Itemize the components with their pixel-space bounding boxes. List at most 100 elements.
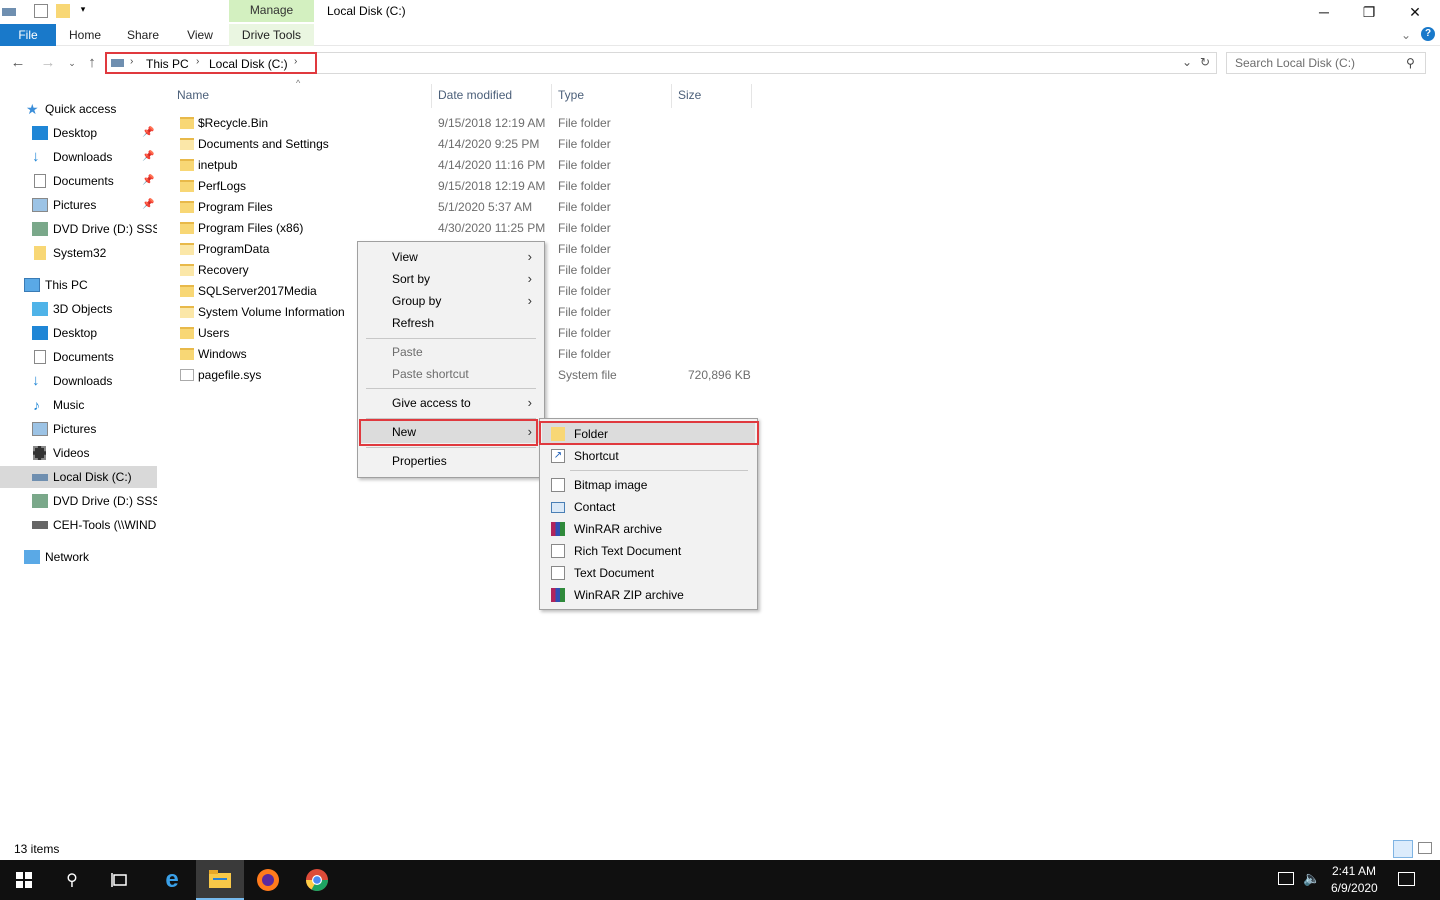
submenu-item-bitmap[interactable]: Bitmap image <box>542 474 755 496</box>
nav-quick-system32[interactable]: System32 <box>0 242 157 264</box>
up-arrow-icon[interactable]: ↑ <box>82 54 102 74</box>
address-highlight-box <box>105 52 317 74</box>
notifications-icon[interactable] <box>1398 872 1415 886</box>
nav-quick-pictures[interactable]: Pictures 📌 <box>0 194 157 216</box>
submenu-item-shortcut[interactable]: ↗ Shortcut <box>542 445 755 467</box>
minimize-button[interactable]: ─ <box>1301 0 1347 24</box>
nav-this-pc[interactable]: This PC <box>0 274 157 296</box>
chrome-icon[interactable] <box>293 860 341 900</box>
forward-arrow-icon[interactable]: → <box>38 54 58 74</box>
nav-desktop[interactable]: Desktop <box>0 322 157 344</box>
back-arrow-icon[interactable]: ← <box>8 54 28 74</box>
file-name: Recovery <box>198 263 249 277</box>
file-name: SQLServer2017Media <box>198 284 317 298</box>
expand-ribbon-icon[interactable]: ⌄ <box>1398 24 1414 46</box>
menu-item-paste[interactable]: Paste <box>360 341 542 363</box>
column-header-date[interactable]: Date modified <box>438 84 512 106</box>
menu-separator <box>366 447 536 448</box>
menu-item-properties[interactable]: Properties <box>360 450 542 472</box>
table-row[interactable]: $Recycle.Bin 9/15/2018 12:19 AM File fol… <box>170 113 770 134</box>
nav-music[interactable]: ♪ Music <box>0 394 157 416</box>
table-row[interactable]: Documents and Settings 4/14/2020 9:25 PM… <box>170 134 770 155</box>
submenu-item-contact[interactable]: Contact <box>542 496 755 518</box>
nav-network-share[interactable]: CEH-Tools (\\WIND <box>0 514 157 536</box>
nav-pictures[interactable]: Pictures <box>0 418 157 440</box>
search-icon[interactable]: ⚲ <box>48 860 96 900</box>
drive-icon[interactable] <box>2 8 16 16</box>
nav-label: Local Disk (C:) <box>53 470 132 484</box>
nav-quick-desktop[interactable]: Desktop 📌 <box>0 122 157 144</box>
pin-icon: 📌 <box>142 151 155 162</box>
nav-3d-objects[interactable]: 3D Objects <box>0 298 157 320</box>
large-icons-view-icon[interactable] <box>1418 842 1432 854</box>
nav-network[interactable]: Network <box>0 546 157 568</box>
menu-item-view[interactable]: View › <box>360 246 542 268</box>
new-submenu: Folder ↗ Shortcut Bitmap image Contact W… <box>539 418 758 610</box>
clock-time[interactable]: 2:41 AM <box>1332 864 1376 878</box>
submenu-item-winrar-zip[interactable]: WinRAR ZIP archive <box>542 584 755 606</box>
nav-quick-downloads[interactable]: ↓ Downloads 📌 <box>0 146 157 168</box>
details-view-icon[interactable] <box>1393 840 1413 858</box>
menu-item-give-access[interactable]: Give access to › <box>360 392 542 414</box>
start-windows-icon[interactable] <box>0 860 48 900</box>
table-row[interactable]: Program Files 5/1/2020 5:37 AM File fold… <box>170 197 770 218</box>
tab-file[interactable]: File <box>0 24 56 46</box>
submenu-item-text[interactable]: Text Document <box>542 562 755 584</box>
clock-date[interactable]: 6/9/2020 <box>1331 881 1378 895</box>
nav-label: DVD Drive (D:) SSS_X <box>53 494 157 508</box>
speaker-muted-icon[interactable]: 🔈 <box>1303 870 1320 887</box>
nav-dvd-drive[interactable]: DVD Drive (D:) SSS_X <box>0 490 157 512</box>
submenu-item-rtf[interactable]: Rich Text Document <box>542 540 755 562</box>
column-header-name[interactable]: Name <box>177 84 209 106</box>
tab-view[interactable]: View <box>176 24 224 46</box>
recent-locations-icon[interactable]: ⌄ <box>62 54 82 74</box>
properties-icon[interactable] <box>34 4 48 18</box>
search-icon[interactable]: ⚲ <box>1406 56 1415 70</box>
menu-item-group-by[interactable]: Group by › <box>360 290 542 312</box>
refresh-icon[interactable]: ↻ <box>1200 55 1210 69</box>
nav-downloads[interactable]: ↓ Downloads <box>0 370 157 392</box>
task-view-icon[interactable] <box>96 860 144 900</box>
help-icon[interactable]: ? <box>1421 27 1435 41</box>
text-document-icon <box>551 566 565 580</box>
address-dropdown-icon[interactable]: ⌄ <box>1182 55 1192 69</box>
menu-item-paste-shortcut[interactable]: Paste shortcut <box>360 363 542 385</box>
column-header-type[interactable]: Type <box>558 84 584 106</box>
table-row[interactable]: Program Files (x86) 4/30/2020 11:25 PM F… <box>170 218 770 239</box>
nav-documents[interactable]: Documents <box>0 346 157 368</box>
file-explorer-icon[interactable] <box>196 860 244 900</box>
file-type: System file <box>558 368 617 382</box>
desktop-icon <box>32 126 48 140</box>
nav-videos[interactable]: Videos <box>0 442 157 464</box>
file-type: File folder <box>558 305 611 319</box>
internet-explorer-icon[interactable]: e <box>148 860 196 900</box>
tab-home[interactable]: Home <box>60 24 110 46</box>
sort-ascending-icon: ^ <box>296 78 301 88</box>
column-header-size[interactable]: Size <box>678 84 701 106</box>
nav-quick-access[interactable]: ★ Quick access <box>0 98 157 120</box>
taskbar: ⚲ e 🔈 2:41 AM 6/9/2020 <box>0 860 1440 900</box>
menu-item-sort-by[interactable]: Sort by › <box>360 268 542 290</box>
bitmap-icon <box>551 478 565 492</box>
firefox-icon[interactable] <box>244 860 292 900</box>
nav-local-disk[interactable]: Local Disk (C:) <box>0 466 157 488</box>
search-input[interactable]: Search Local Disk (C:) <box>1226 52 1426 74</box>
file-name: Program Files (x86) <box>198 221 304 235</box>
tab-drive-tools[interactable]: Drive Tools <box>229 24 314 46</box>
new-folder-icon[interactable] <box>56 4 70 18</box>
table-row[interactable]: PerfLogs 9/15/2018 12:19 AM File folder <box>170 176 770 197</box>
network-tray-icon[interactable] <box>1278 872 1294 885</box>
close-button[interactable]: ✕ <box>1392 0 1438 24</box>
nav-quick-dvd[interactable]: DVD Drive (D:) SSS_X <box>0 218 157 240</box>
nav-quick-documents[interactable]: Documents 📌 <box>0 170 157 192</box>
file-date: 4/30/2020 11:25 PM <box>438 221 546 235</box>
tab-share[interactable]: Share <box>118 24 168 46</box>
pictures-icon <box>32 422 48 436</box>
title-bar: ▾ Manage Local Disk (C:) ─ ❐ ✕ <box>0 0 1440 24</box>
restore-button[interactable]: ❐ <box>1346 0 1392 24</box>
menu-item-refresh[interactable]: Refresh <box>360 312 542 334</box>
submenu-item-winrar[interactable]: WinRAR archive <box>542 518 755 540</box>
customize-toolbar-icon[interactable]: ▾ <box>76 4 90 18</box>
menu-label: Text Document <box>574 566 655 580</box>
table-row[interactable]: inetpub 4/14/2020 11:16 PM File folder <box>170 155 770 176</box>
